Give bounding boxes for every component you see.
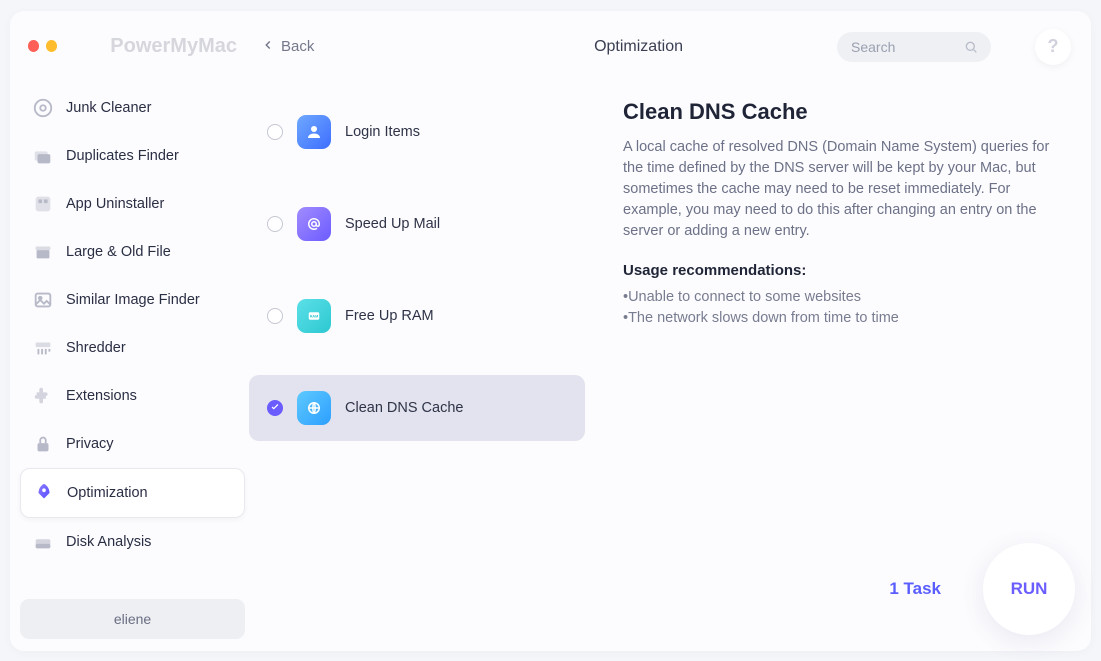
app-title: PowerMyMac	[110, 35, 237, 58]
sidebar-item-junk-cleaner[interactable]: Junk Cleaner	[20, 84, 245, 132]
lock-icon	[32, 433, 54, 455]
breadcrumb-title: Optimization	[594, 38, 683, 56]
image-icon	[32, 289, 54, 311]
back-label: Back	[281, 38, 314, 55]
option-label: Clean DNS Cache	[345, 400, 463, 416]
disk-icon	[32, 531, 54, 553]
radio-icon	[267, 124, 283, 140]
window-controls: PowerMyMac	[20, 23, 245, 76]
dns-globe-icon	[297, 391, 331, 425]
ram-chip-icon: RAM	[297, 299, 331, 333]
sidebar-item-label: Extensions	[66, 388, 137, 404]
aperture-icon	[32, 97, 54, 119]
sidebar-item-label: Junk Cleaner	[66, 100, 151, 116]
app-grid-icon	[32, 193, 54, 215]
folders-icon	[32, 145, 54, 167]
option-label: Speed Up Mail	[345, 216, 440, 232]
option-speed-up-mail[interactable]: Speed Up Mail	[249, 191, 585, 257]
shredder-icon	[32, 337, 54, 359]
option-label: Free Up RAM	[345, 308, 434, 324]
recommendation-item: •Unable to connect to some websites	[623, 287, 1061, 309]
chevron-left-icon	[261, 38, 275, 56]
sidebar-item-app-uninstaller[interactable]: App Uninstaller	[20, 180, 245, 228]
sidebar-item-label: Optimization	[67, 485, 148, 501]
svg-text:RAM: RAM	[310, 314, 319, 318]
sidebar-item-label: Privacy	[66, 436, 114, 452]
task-count: 1 Task	[889, 579, 941, 599]
footer: 1 Task RUN	[889, 543, 1075, 635]
option-label: Login Items	[345, 124, 420, 140]
minimize-window-icon[interactable]	[46, 40, 57, 52]
detail-title: Clean DNS Cache	[623, 99, 1061, 125]
back-button[interactable]: Back	[255, 38, 314, 56]
sidebar-nav: Junk Cleaner Duplicates Finder App Unins…	[20, 84, 245, 566]
options-list: Login Items Speed Up Mail RAM Free Up RA…	[249, 99, 585, 651]
run-button[interactable]: RUN	[983, 543, 1075, 635]
sidebar-item-similar-image-finder[interactable]: Similar Image Finder	[20, 276, 245, 324]
recommendations-list: •Unable to connect to some websites •The…	[623, 287, 1061, 331]
sidebar-item-shredder[interactable]: Shredder	[20, 324, 245, 372]
search-wrap	[837, 32, 991, 62]
sidebar-item-extensions[interactable]: Extensions	[20, 372, 245, 420]
sidebar-item-label: Large & Old File	[66, 244, 171, 260]
sidebar-item-large-old-file[interactable]: Large & Old File	[20, 228, 245, 276]
recommendation-item: •The network slows down from time to tim…	[623, 308, 1061, 330]
sidebar-item-label: App Uninstaller	[66, 196, 164, 212]
sidebar-item-duplicates-finder[interactable]: Duplicates Finder	[20, 132, 245, 180]
sidebar-item-disk-analysis[interactable]: Disk Analysis	[20, 518, 245, 566]
radio-checked-icon	[267, 400, 283, 416]
radio-icon	[267, 216, 283, 232]
sidebar-item-privacy[interactable]: Privacy	[20, 420, 245, 468]
detail-description: A local cache of resolved DNS (Domain Na…	[623, 137, 1061, 242]
sidebar-item-label: Shredder	[66, 340, 126, 356]
app-window: PowerMyMac Junk Cleaner Duplicates Finde…	[10, 11, 1091, 651]
user-bar[interactable]: eliene	[20, 599, 245, 639]
sidebar: PowerMyMac Junk Cleaner Duplicates Finde…	[10, 11, 255, 651]
option-clean-dns-cache[interactable]: Clean DNS Cache	[249, 375, 585, 441]
sidebar-item-label: Similar Image Finder	[66, 292, 200, 308]
sidebar-item-label: Duplicates Finder	[66, 148, 179, 164]
radio-icon	[267, 308, 283, 324]
user-icon	[297, 115, 331, 149]
rocket-icon	[33, 482, 55, 504]
recommendations-title: Usage recommendations:	[623, 262, 1061, 279]
option-login-items[interactable]: Login Items	[249, 99, 585, 165]
option-free-up-ram[interactable]: RAM Free Up RAM	[249, 283, 585, 349]
search-icon	[963, 39, 979, 60]
puzzle-icon	[32, 385, 54, 407]
sidebar-item-optimization[interactable]: Optimization	[20, 468, 245, 518]
close-window-icon[interactable]	[28, 40, 39, 52]
help-button[interactable]: ?	[1035, 29, 1071, 65]
sidebar-item-label: Disk Analysis	[66, 534, 151, 550]
at-icon	[297, 207, 331, 241]
top-row: Back Optimization ?	[255, 25, 1071, 69]
archive-icon	[32, 241, 54, 263]
